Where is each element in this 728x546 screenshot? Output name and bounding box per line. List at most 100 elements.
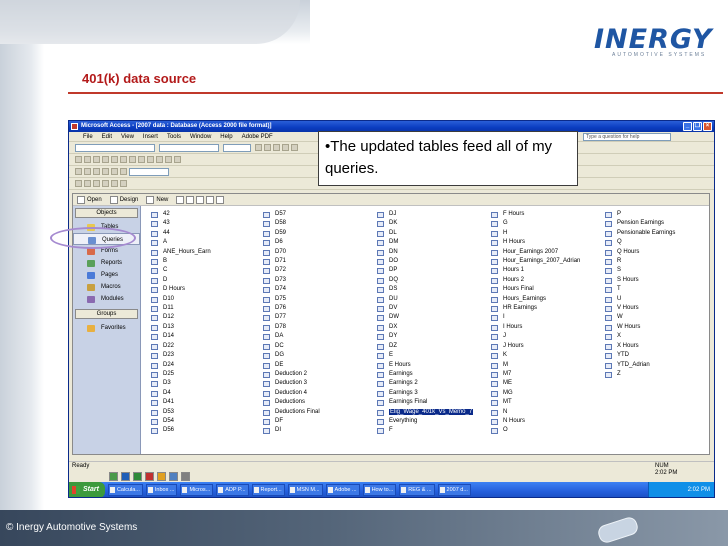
spelling-icon[interactable]: [129, 156, 136, 163]
query-item[interactable]: N: [487, 408, 597, 417]
query-item[interactable]: DK: [373, 219, 483, 228]
cut-icon[interactable]: [138, 156, 145, 163]
query-item[interactable]: Pensionable Earnings: [601, 229, 711, 238]
search-icon[interactable]: [102, 156, 109, 163]
query-item[interactable]: D78: [259, 323, 369, 332]
desktop-icon[interactable]: [109, 471, 118, 481]
task-reg[interactable]: REG & ...: [399, 484, 435, 496]
query-item[interactable]: YTD: [601, 351, 711, 360]
large-icons-icon[interactable]: [186, 195, 195, 204]
query-item[interactable]: DQ: [373, 276, 483, 285]
task-inbox[interactable]: Inbox ...: [145, 484, 178, 496]
query-item[interactable]: MG: [487, 389, 597, 398]
groups-header[interactable]: Groups: [75, 309, 138, 319]
query-item[interactable]: W: [601, 313, 711, 322]
group-favorites[interactable]: Favorites: [73, 322, 140, 334]
task-adobe[interactable]: Adobe ...: [325, 484, 360, 496]
query-item[interactable]: Hour_Earnings 2007: [487, 248, 597, 257]
query-item[interactable]: C: [147, 266, 257, 275]
object-combo[interactable]: [75, 143, 155, 152]
query-item[interactable]: DM: [373, 238, 483, 247]
query-item[interactable]: DP: [373, 266, 483, 275]
restore-button[interactable]: ❐: [693, 122, 702, 131]
query-item[interactable]: J: [487, 332, 597, 341]
chart-icon[interactable]: [84, 180, 91, 187]
query-item[interactable]: D22: [147, 342, 257, 351]
query-item[interactable]: H Hours: [487, 238, 597, 247]
undo-icon[interactable]: [165, 156, 172, 163]
access-icon[interactable]: [145, 471, 154, 481]
task-calculator[interactable]: Calcula...: [107, 484, 143, 496]
relationships-icon[interactable]: [111, 168, 118, 175]
query-item[interactable]: U: [601, 295, 711, 304]
align-center-button[interactable]: [291, 144, 298, 151]
query-item[interactable]: F: [373, 426, 483, 435]
query-item[interactable]: D77: [259, 313, 369, 322]
view-icon[interactable]: [75, 168, 82, 175]
query-item[interactable]: D76: [259, 304, 369, 313]
menu-edit[interactable]: Edit: [102, 134, 112, 140]
query-item[interactable]: D59: [259, 229, 369, 238]
query-item[interactable]: D11: [147, 304, 257, 313]
italic-button[interactable]: [264, 144, 271, 151]
design-button[interactable]: Design: [120, 197, 139, 203]
query-item[interactable]: E: [373, 351, 483, 360]
query-item[interactable]: Earnings 2: [373, 379, 483, 388]
bold-button[interactable]: [255, 144, 262, 151]
query-item[interactable]: Deduction 4: [259, 389, 369, 398]
save-icon[interactable]: [93, 156, 100, 163]
code-icon[interactable]: [102, 180, 109, 187]
query-item[interactable]: DX: [373, 323, 483, 332]
new-object-combo[interactable]: [129, 167, 169, 176]
query-item[interactable]: K: [487, 351, 597, 360]
query-item[interactable]: S Hours: [601, 276, 711, 285]
query-item[interactable]: O: [487, 426, 597, 435]
query-item[interactable]: D4: [147, 389, 257, 398]
query-item[interactable]: DY: [373, 332, 483, 341]
datasheet-icon[interactable]: [84, 168, 91, 175]
query-item[interactable]: DN: [373, 248, 483, 257]
font-combo[interactable]: [159, 143, 219, 152]
query-item[interactable]: D56: [147, 426, 257, 435]
query-item[interactable]: S: [601, 266, 711, 275]
query-item[interactable]: D13: [147, 323, 257, 332]
print-icon[interactable]: [111, 156, 118, 163]
query-item[interactable]: A: [147, 238, 257, 247]
paste-icon[interactable]: [156, 156, 163, 163]
query-item[interactable]: I: [487, 313, 597, 322]
query-item[interactable]: D57: [259, 210, 369, 219]
query-item[interactable]: 42: [147, 210, 257, 219]
list-view-icon[interactable]: [206, 195, 215, 204]
task-microsoft[interactable]: Micros...: [180, 484, 214, 496]
query-item[interactable]: Deductions: [259, 398, 369, 407]
copy-icon[interactable]: [147, 156, 154, 163]
query-item[interactable]: V Hours: [601, 304, 711, 313]
underline-button[interactable]: [273, 144, 280, 151]
query-item[interactable]: ANE_Hours_Earn: [147, 248, 257, 257]
query-item[interactable]: D: [147, 276, 257, 285]
menu-insert[interactable]: Insert: [143, 134, 158, 140]
query-item[interactable]: Hours 2: [487, 276, 597, 285]
task-report[interactable]: Report...: [251, 484, 285, 496]
query-item[interactable]: D71: [259, 257, 369, 266]
query-item[interactable]: 43: [147, 219, 257, 228]
query-item[interactable]: Hours_Earnings: [487, 295, 597, 304]
outlook-icon[interactable]: [157, 471, 166, 481]
menu-adobe-pdf[interactable]: Adobe PDF: [242, 134, 273, 140]
ie-icon[interactable]: [169, 471, 178, 481]
query-item[interactable]: Earnings: [373, 370, 483, 379]
redo-icon[interactable]: [174, 156, 181, 163]
task-howto[interactable]: How to...: [362, 484, 397, 496]
query-item[interactable]: Deduction 3: [259, 379, 369, 388]
query-item[interactable]: DA: [259, 332, 369, 341]
query-item[interactable]: D25: [147, 370, 257, 379]
query-item[interactable]: DE: [259, 361, 369, 370]
query-item[interactable]: D6: [259, 238, 369, 247]
toolbox-icon[interactable]: [75, 180, 82, 187]
size-combo[interactable]: [223, 143, 251, 152]
query-item[interactable]: Earnings 3: [373, 389, 483, 398]
query-item[interactable]: Q: [601, 238, 711, 247]
query-item[interactable]: D75: [259, 295, 369, 304]
menu-help[interactable]: Help: [220, 134, 232, 140]
query-item[interactable]: D70: [259, 248, 369, 257]
